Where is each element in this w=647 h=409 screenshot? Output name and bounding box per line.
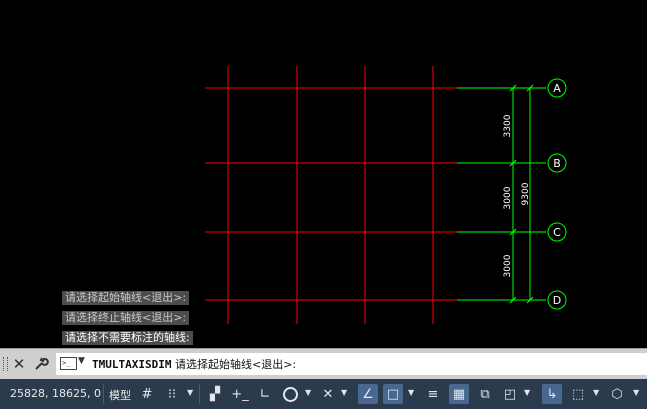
- history-line-2: 请选择终止轴线<退出>:: [62, 311, 190, 325]
- divider: [103, 384, 104, 404]
- command-input[interactable]: >_ ▼ TMULTAXISDIM 请选择起始轴线<退出>:: [56, 353, 647, 375]
- polar-tracking-icon[interactable]: [280, 384, 300, 404]
- chevron-down-icon[interactable]: ▼: [408, 388, 414, 397]
- command-line-bar: ✕ >_ ▼ TMULTAXISDIM 请选择起始轴线<退出>:: [0, 348, 647, 379]
- chevron-down-icon[interactable]: ▼: [305, 388, 311, 397]
- chevron-down-icon[interactable]: ▼: [341, 388, 347, 397]
- ortho-mode-icon[interactable]: ∟: [255, 384, 275, 404]
- snap-mode-icon[interactable]: ⁝⁝: [162, 384, 182, 404]
- selection-filter-icon[interactable]: ⬚: [568, 384, 588, 404]
- dim-texts: 3300 3000 3000 9300: [503, 114, 531, 277]
- object-snap-tracking-icon[interactable]: ∠: [358, 384, 378, 404]
- status-bar: 25828, 18625, 0 模型 # ⁝⁝ ▼ ▞ +_ ∟ ▼ ✕ ▼ ∠…: [0, 379, 647, 409]
- dynamic-ucs-icon[interactable]: ↳: [542, 384, 562, 404]
- infer-constraints-icon[interactable]: ▞: [205, 384, 225, 404]
- coordinates-readout[interactable]: 25828, 18625, 0: [10, 387, 101, 400]
- chevron-down-icon[interactable]: ▼: [633, 388, 639, 397]
- dim-text-ab: 3300: [503, 114, 513, 137]
- command-prompt-icon[interactable]: >_: [60, 357, 77, 370]
- chevron-down-icon[interactable]: ▼: [187, 388, 193, 397]
- chevron-down-icon[interactable]: ▼: [593, 388, 599, 397]
- command-prompt: 请选择起始轴线<退出>:: [174, 358, 297, 371]
- history-line-3: 请选择不需要标注的轴线:: [62, 331, 193, 345]
- history-line-1: 请选择起始轴线<退出>:: [62, 291, 190, 305]
- close-icon[interactable]: ✕: [10, 354, 28, 374]
- command-text: TMULTAXISDIM 请选择起始轴线<退出>:: [92, 356, 296, 372]
- 3d-object-snap-icon[interactable]: ◰: [500, 384, 520, 404]
- isometric-drafting-icon[interactable]: ✕: [318, 384, 338, 404]
- axis-label-a: A: [553, 82, 561, 95]
- drawing-canvas[interactable]: A B C D 3300 3000 3000 9300 请选择起始轴线<退出>:…: [0, 0, 647, 348]
- model-tab[interactable]: 模型: [109, 387, 131, 403]
- dim-text-total: 9300: [521, 182, 531, 205]
- transparency-icon[interactable]: ▦: [449, 384, 469, 404]
- grid-display-icon[interactable]: #: [137, 384, 157, 404]
- gizmo-icon[interactable]: ⬡: [607, 384, 627, 404]
- object-snap-icon[interactable]: □: [383, 384, 403, 404]
- chevron-down-icon[interactable]: ▼: [78, 356, 85, 366]
- dim-text-cd: 3000: [503, 254, 513, 277]
- axis-label-c: C: [553, 226, 561, 239]
- divider: [199, 384, 200, 404]
- wrench-icon[interactable]: [32, 354, 50, 374]
- command-name: TMULTAXISDIM: [92, 358, 172, 371]
- drag-grip-icon[interactable]: [3, 357, 8, 371]
- lineweight-icon[interactable]: ≡: [423, 384, 443, 404]
- axis-labels: A B C D: [553, 82, 561, 307]
- selection-cycling-icon[interactable]: ⧉: [475, 384, 495, 404]
- dim-text-bc: 3000: [503, 186, 513, 209]
- axis-label-d: D: [553, 294, 561, 307]
- chevron-down-icon[interactable]: ▼: [524, 388, 530, 397]
- red-grid-lines: [205, 66, 457, 324]
- dynamic-input-icon[interactable]: +_: [230, 384, 250, 404]
- axis-label-b: B: [553, 157, 561, 170]
